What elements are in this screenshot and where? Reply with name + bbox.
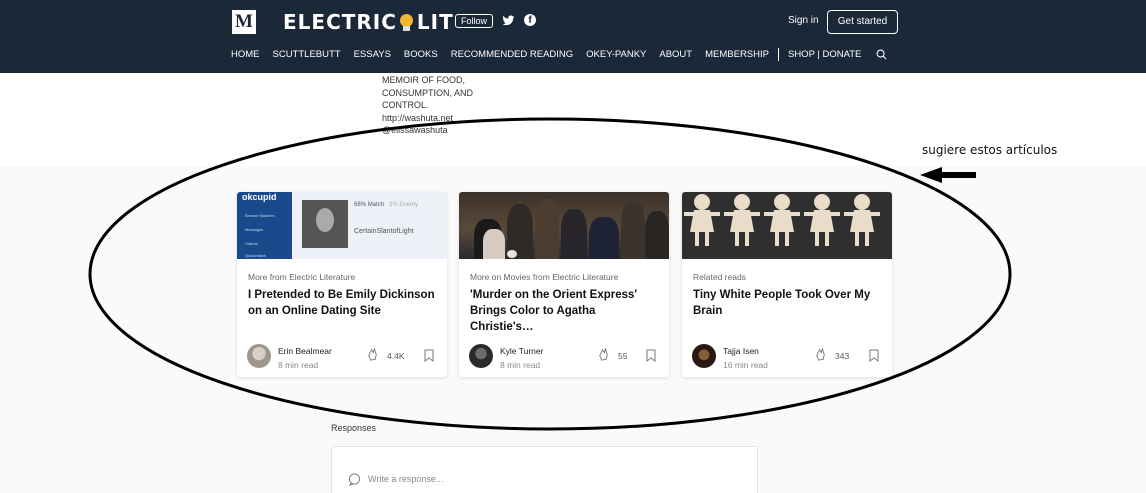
card-title[interactable]: I Pretended to Be Emily Dickinson on an … [248, 287, 440, 319]
okcupid-profile: 68% Match 3% Enemy CertainSlantofLight [292, 192, 447, 259]
search-icon[interactable] [876, 49, 887, 60]
nav-about[interactable]: ABOUT [659, 49, 692, 60]
author-name[interactable]: Tajja Isen [723, 346, 759, 356]
response-input[interactable]: Write a response... [331, 446, 758, 493]
bookmark-icon[interactable] [869, 349, 879, 362]
avatar[interactable] [469, 344, 493, 368]
publication-logo[interactable]: ELECTRIC LIT [283, 9, 454, 35]
okcupid-menu-item: Browse Matches [245, 213, 275, 218]
profile-photo [302, 200, 348, 248]
bio-handle[interactable]: @elissawashuta [382, 124, 492, 137]
author-bio: MEMOIR OF FOOD, CONSUMPTION, AND CONTROL… [382, 74, 492, 137]
facebook-icon[interactable]: f [524, 14, 536, 26]
okcupid-menu-item: Visitors [245, 241, 259, 246]
main-nav: HOME SCUTTLEBUTT ESSAYS BOOKS RECOMMENDE… [231, 47, 887, 61]
bio-line: CONTROL. [382, 100, 429, 110]
article-thumbnail [682, 192, 892, 259]
paper-dolls-image [684, 194, 880, 246]
bookmark-icon[interactable] [646, 349, 656, 362]
nav-scuttlebutt[interactable]: SCUTTLEBUTT [273, 49, 341, 60]
nav-recommended-reading[interactable]: RECOMMENDED READING [451, 49, 573, 60]
clap-count: 55 [618, 351, 628, 361]
card-kicker: More on Movies from Electric Literature [470, 272, 619, 282]
sign-in-link[interactable]: Sign in [788, 15, 819, 26]
clap-icon[interactable] [365, 347, 380, 362]
read-time: 8 min read [500, 360, 541, 370]
lightbulb-icon [399, 13, 415, 31]
responses-heading: Responses [331, 423, 377, 433]
suggested-article-card[interactable]: okcupid Browse Matches Messages Visitors… [237, 192, 447, 377]
twitter-icon[interactable] [502, 14, 515, 27]
okcupid-sidebar: okcupid Browse Matches Messages Visitors… [237, 192, 292, 259]
clap-count: 4.4K [387, 351, 405, 361]
okcupid-menu-item: Quickmatch [245, 253, 267, 258]
bio-line: CONSUMPTION, AND [382, 87, 474, 98]
nav-books[interactable]: BOOKS [404, 49, 438, 60]
bio-line: MEMOIR OF FOOD, [382, 75, 465, 85]
okcupid-menu-item: Messages [245, 227, 264, 232]
get-started-button[interactable]: Get started [827, 10, 898, 34]
clap-icon[interactable] [813, 347, 828, 362]
top-header: M ELECTRIC LIT Follow f Sign in Get star… [0, 0, 1146, 73]
avatar[interactable] [247, 344, 271, 368]
card-kicker: More from Electric Literature [248, 272, 356, 282]
nav-divider [777, 47, 779, 61]
article-thumbnail: okcupid Browse Matches Messages Visitors… [237, 192, 447, 259]
okcupid-logo: okcupid [242, 192, 277, 202]
annotation-arrow-icon [920, 167, 976, 183]
comment-icon [348, 473, 361, 486]
card-title[interactable]: Tiny White People Took Over My Brain [693, 287, 885, 319]
nav-home[interactable]: HOME [231, 49, 260, 60]
profile-name: CertainSlantofLight [354, 228, 414, 235]
read-time: 16 min read [723, 360, 768, 370]
medium-logo[interactable]: M [232, 10, 256, 34]
annotation-text: sugiere estos artículos [922, 143, 1058, 157]
author-name[interactable]: Erin Bealmear [278, 346, 332, 356]
follow-button[interactable]: Follow [455, 14, 494, 28]
suggested-article-card[interactable]: Related reads Tiny White People Took Ove… [682, 192, 892, 377]
clap-icon[interactable] [596, 347, 611, 362]
match-stats: 68% Match 3% Enemy [354, 202, 419, 208]
response-placeholder: Write a response... [368, 474, 444, 484]
nav-shop-donate[interactable]: SHOP | DONATE [788, 49, 861, 60]
suggested-article-card[interactable]: More on Movies from Electric Literature … [459, 192, 669, 377]
author-name[interactable]: Kyle Turner [500, 346, 543, 356]
nav-okey-panky[interactable]: OKEY-PANKY [586, 49, 646, 60]
brand-text-left: ELECTRIC [283, 10, 397, 34]
bio-link[interactable]: http://washuta.net [382, 112, 492, 125]
nav-essays[interactable]: ESSAYS [354, 49, 391, 60]
bookmark-icon[interactable] [424, 349, 434, 362]
clap-count: 343 [835, 351, 850, 361]
read-time: 8 min read [278, 360, 319, 370]
brand-text-right: LIT [416, 10, 454, 34]
article-thumbnail [459, 192, 669, 259]
card-title[interactable]: 'Murder on the Orient Express' Brings Co… [470, 287, 662, 335]
nav-membership[interactable]: MEMBERSHIP [705, 49, 769, 60]
avatar[interactable] [692, 344, 716, 368]
card-kicker: Related reads [693, 272, 746, 282]
